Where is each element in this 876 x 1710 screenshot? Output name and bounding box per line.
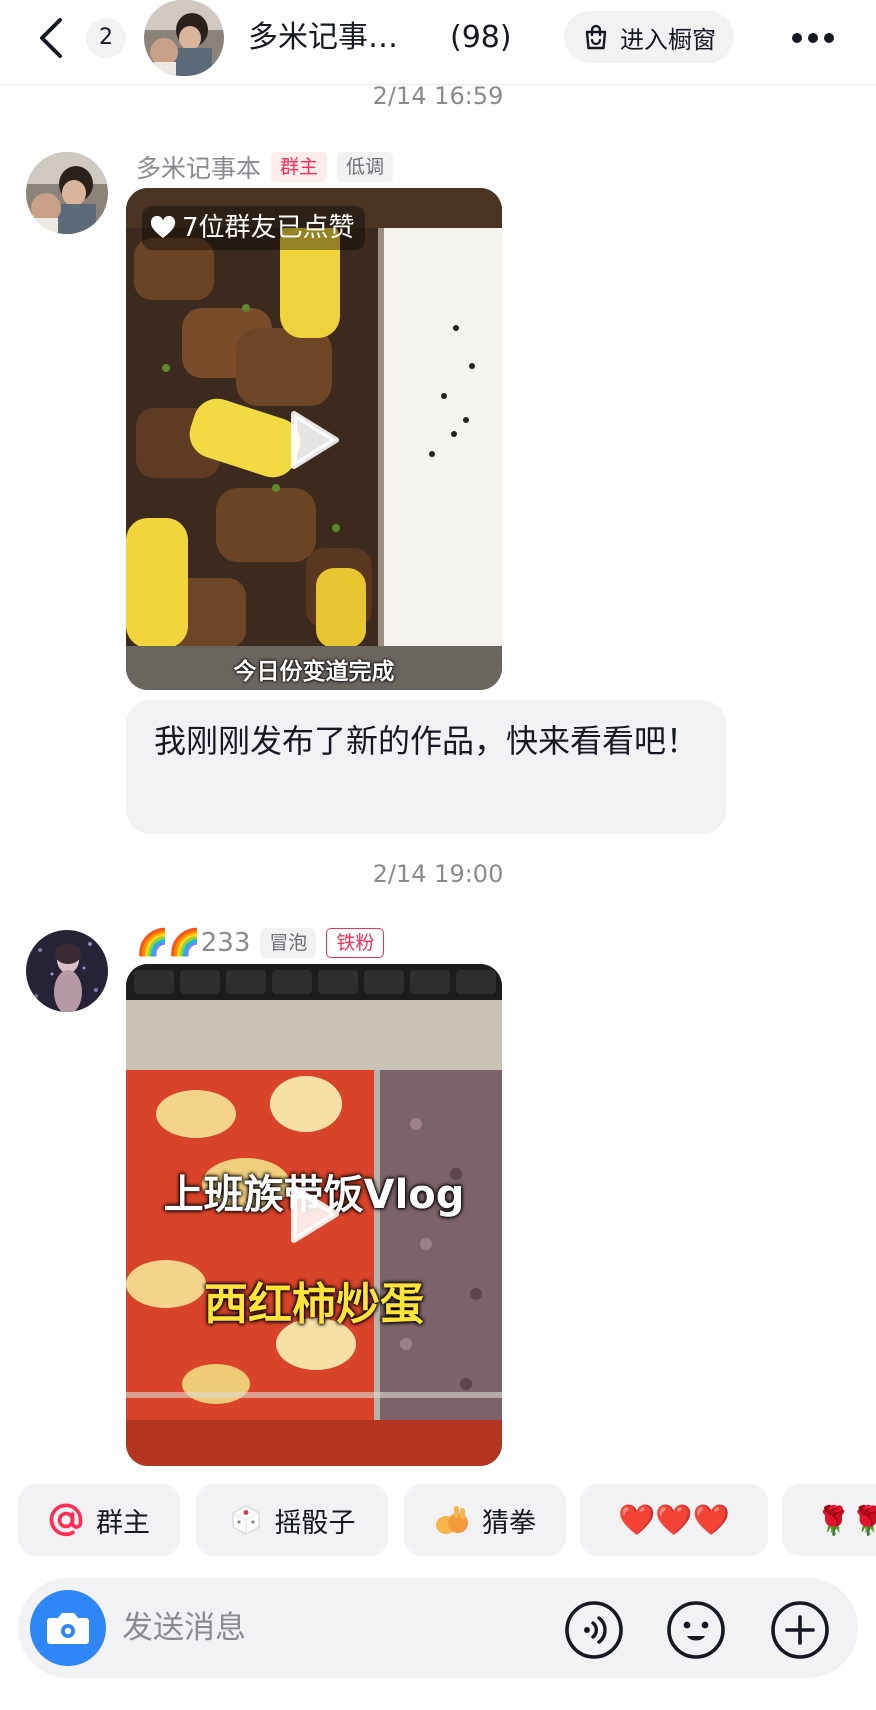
heart-icon	[150, 216, 176, 238]
quick-reply-rock-paper-scissors[interactable]: 猜拳	[404, 1484, 566, 1556]
sender-avatar[interactable]	[26, 930, 108, 1012]
quick-reply-mention-owner[interactable]: 群主	[18, 1484, 180, 1556]
message-input[interactable]: 发送消息	[122, 1606, 246, 1650]
sender-name[interactable]: 多米记事本	[136, 149, 261, 185]
showcase-label: 进入橱窗	[620, 25, 716, 54]
sender-row: 🌈🌈233 冒泡 铁粉	[136, 926, 385, 960]
rock-paper-scissors-icon	[436, 1506, 468, 1534]
chat-header: 2 多米记事… (98) 进入橱窗	[0, 0, 876, 85]
owner-tag: 群主	[271, 152, 328, 182]
video-caption: 今日份变道完成	[233, 659, 395, 685]
text-message[interactable]: 我刚刚发布了新的作品，快来看看吧！	[126, 700, 726, 834]
play-icon[interactable]	[284, 1184, 340, 1244]
member-count[interactable]: (98)	[450, 16, 512, 60]
at-icon	[49, 1503, 83, 1537]
sender-avatar[interactable]	[26, 152, 108, 234]
voice-icon[interactable]	[564, 1600, 624, 1660]
level-tag: 低调	[337, 152, 394, 182]
quick-reply-label: 猜拳	[482, 1507, 536, 1539]
quick-reply-bar: 群主 摇骰子 猜拳 ❤️❤️❤️ 🌹🌹	[0, 1484, 876, 1558]
more-icon[interactable]	[788, 20, 838, 56]
unread-badge[interactable]: 2	[86, 18, 126, 58]
message-input-bar: 发送消息	[18, 1578, 858, 1678]
quick-reply-roses[interactable]: 🌹🌹	[782, 1484, 876, 1556]
quick-reply-label: 群主	[96, 1507, 150, 1539]
camera-button[interactable]	[30, 1590, 106, 1666]
dice-icon	[231, 1505, 260, 1535]
quick-reply-dice[interactable]: 摇骰子	[196, 1484, 388, 1556]
back-icon[interactable]	[32, 14, 72, 62]
emoji-icon[interactable]	[666, 1600, 726, 1660]
sender-row: 多米记事本 群主 低调	[136, 149, 394, 185]
video-card[interactable]: 7位群友已点赞 今日份变道完成	[126, 188, 502, 690]
fan-tag: 铁粉	[326, 928, 385, 958]
likes-text: 7位群友已点赞	[182, 213, 355, 243]
plus-icon[interactable]	[770, 1600, 830, 1660]
likes-badge: 7位群友已点赞	[142, 206, 365, 250]
bag-icon	[585, 24, 607, 50]
message-timestamp: 2/14 16:59	[372, 82, 504, 110]
sender-name[interactable]: 🌈🌈233	[136, 928, 250, 958]
video-overlay-subtitle: 西红柿炒蛋	[204, 1279, 424, 1330]
level-tag: 冒泡	[260, 928, 317, 958]
group-title[interactable]: 多米记事…	[248, 16, 423, 60]
group-avatar[interactable]	[144, 0, 224, 76]
video-card[interactable]: 上班族带饭Vlog 西红柿炒蛋	[126, 964, 502, 1466]
quick-reply-label: 摇骰子	[274, 1507, 356, 1539]
message-timestamp: 2/14 19:00	[372, 860, 504, 888]
play-icon[interactable]	[284, 410, 340, 470]
quick-reply-hearts[interactable]: ❤️❤️❤️	[580, 1484, 768, 1556]
camera-icon	[47, 1613, 89, 1644]
enter-showcase-button[interactable]: 进入橱窗	[564, 11, 734, 63]
quick-reply-label: ❤️❤️❤️	[617, 1502, 731, 1538]
quick-reply-label: 🌹🌹	[816, 1503, 876, 1537]
